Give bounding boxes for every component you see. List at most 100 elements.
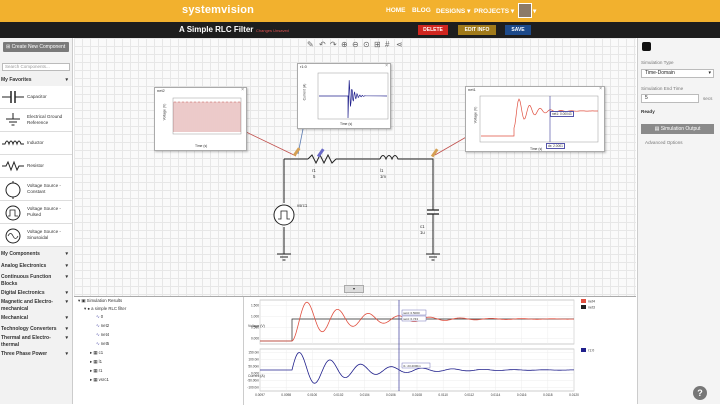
canvas-toolbar: ✎ ↶ ↷ ⊕ ⊖ ⊙ ⊞ # ⋖ — [305, 38, 408, 52]
category-digital-electronics[interactable]: Digital Electronics ▾ — [0, 290, 72, 297]
search-components-input[interactable]: Search Components... — [2, 63, 70, 71]
probe-tip-icon[interactable] — [430, 148, 439, 158]
collapse-results-button[interactable]: ▾ — [344, 285, 364, 293]
capacitor-icon — [2, 91, 24, 103]
category-technology-converters[interactable]: Technology Converters ▾ — [0, 326, 72, 333]
probe-window-net2[interactable]: net2 × Voltage (V) Time (s) — [154, 87, 247, 151]
capacitor-c1-symbol[interactable] — [427, 209, 439, 218]
avatar[interactable] — [518, 3, 532, 18]
probe-tip-icon[interactable] — [292, 147, 301, 157]
probe-plot-net1 — [479, 95, 599, 143]
edit-info-button[interactable]: EDIT INFO — [458, 25, 496, 35]
tree-item-net[interactable]: ∿ net4 — [96, 332, 109, 338]
chevron-down-icon[interactable]: ▾ — [533, 7, 536, 15]
results-tree: ▾ ▣ Simulation Results ▾ ● a simple RLC … — [74, 297, 244, 405]
tree-item-net[interactable]: ∿ 0 — [96, 314, 103, 320]
zoom-out-icon[interactable]: ⊖ — [352, 40, 359, 49]
favorites-section-header[interactable]: My Favorites ▾ — [0, 77, 72, 84]
nav-home[interactable]: HOME — [386, 7, 406, 14]
y-axis-label: Voltage (V) — [248, 324, 265, 328]
x-tick-label: 0.0100 — [307, 393, 317, 397]
probe-window-r1[interactable]: r1:0 × Current (A) Time (s) — [297, 63, 391, 129]
category-thermal[interactable]: Thermal and Electro-thermal ▾ — [0, 335, 68, 349]
component-inductor[interactable]: Inductor — [0, 132, 72, 155]
y-tick-label: 150.0m — [248, 351, 259, 355]
zoom-area-icon[interactable]: ⊞ — [374, 40, 381, 49]
inductor-l1-symbol[interactable] — [379, 155, 400, 161]
probe-window-net1[interactable]: net1 × Voltage (V) Time (s) net1: 0.0004… — [465, 86, 605, 152]
tree-root[interactable]: ▾ ▣ Simulation Results — [78, 298, 122, 304]
x-tick-label: 0.0108 — [412, 393, 422, 397]
chevron-down-icon: ▾ — [65, 299, 68, 305]
redo-icon[interactable]: ↷ — [330, 40, 337, 49]
ground-icon[interactable] — [426, 253, 440, 261]
component-library-panel: ⊞ Create New Component Search Components… — [0, 38, 73, 404]
voltage-source-vsrc1-symbol[interactable] — [273, 204, 295, 226]
end-time-input[interactable]: 5 — [641, 94, 699, 103]
tree-item-net[interactable]: ∿ net2 — [96, 323, 109, 329]
sim-type-select[interactable]: Time-Domain ▾ — [641, 69, 714, 78]
tree-design[interactable]: ▾ ● a simple RLC filter — [84, 306, 126, 312]
delete-button[interactable]: DELETE — [418, 25, 448, 35]
tree-item-net[interactable]: ∿ net5 — [96, 341, 109, 347]
component-ground[interactable]: Electrical Ground Reference — [0, 109, 72, 132]
zoom-in-icon[interactable]: ⊕ — [341, 40, 348, 49]
probe-xlabel: Time (s) — [530, 147, 543, 151]
category-three-phase-power[interactable]: Three Phase Power ▾ — [0, 351, 72, 358]
nav-designs[interactable]: DESIGNS ▾ — [436, 7, 470, 15]
top-bar: systemvision HOME BLOG DESIGNS ▾ PROJECT… — [0, 0, 720, 22]
simulation-mode-icon[interactable] — [642, 42, 651, 51]
design-title-bar: A Simple RLC Filter Changes Unsaved DELE… — [0, 22, 720, 38]
share-icon[interactable]: ⋖ — [396, 40, 403, 49]
simulation-output-button[interactable]: ▤ Simulation Output — [641, 124, 714, 134]
component-voltage-pulsed[interactable]: Voltage Source - Pulsed — [0, 201, 72, 224]
component-voltage-sinusoidal[interactable]: Voltage Source - Sinusoidal — [0, 224, 72, 247]
grid-icon[interactable]: # — [385, 40, 389, 49]
category-mechanical[interactable]: Mechanical ▾ — [0, 315, 72, 322]
y-tick-label: 50.00m — [248, 365, 259, 369]
x-tick-label: 0.0116 — [517, 393, 527, 397]
plot-area — [172, 97, 242, 135]
tree-item-component[interactable]: ▸ ▦ vsrc1 — [90, 377, 109, 383]
c1-name-label: c1 — [420, 224, 425, 229]
category-my-components[interactable]: My Components ▾ — [0, 251, 72, 258]
component-voltage-constant[interactable]: Voltage Source - Constant — [0, 178, 72, 201]
component-label: Inductor — [27, 140, 44, 145]
category-magnetic[interactable]: Magnetic and Electro-mechanical ▾ — [0, 299, 68, 313]
nav-projects[interactable]: PROJECTS ▾ — [474, 7, 514, 15]
tree-item-label: c1 — [98, 350, 104, 355]
l1-name-label: l1 — [380, 168, 384, 173]
probe-tool-icon[interactable]: ✎ — [307, 40, 314, 49]
tree-item-label: net2 — [100, 323, 110, 328]
advanced-options-link[interactable]: Advanced Options — [645, 140, 683, 145]
cursor-readout: r1: 23.2000m — [403, 364, 421, 368]
undo-icon[interactable]: ↶ — [319, 40, 326, 49]
tree-item-component[interactable]: ▸ ▦ l1 — [90, 359, 102, 365]
x-tick-label: 0.0106 — [386, 393, 396, 397]
nav-blog[interactable]: BLOG — [412, 7, 431, 14]
chevron-down-icon: ▾ — [708, 70, 711, 76]
tree-item-component[interactable]: ▸ ▦ r1 — [90, 368, 102, 374]
create-component-button[interactable]: ⊞ Create New Component — [3, 42, 69, 52]
resistor-r1-symbol[interactable] — [307, 153, 337, 165]
category-continuous-function-blocks[interactable]: Continuous Function Blocks ▾ — [0, 274, 68, 288]
chevron-down-icon: ▾ — [467, 8, 471, 15]
ground-icon[interactable] — [277, 253, 291, 261]
component-capacitor[interactable]: Capacitor — [0, 86, 72, 109]
l1-value-label: 1m — [380, 174, 386, 179]
chevron-down-icon: ▾ — [65, 77, 68, 83]
chevron-down-icon: ▾ — [65, 263, 68, 269]
x-tick-label: 0.0112 — [465, 393, 475, 397]
zoom-fit-icon[interactable]: ⊙ — [363, 40, 370, 49]
category-analog-electronics[interactable]: Analog Electronics ▾ — [0, 263, 72, 270]
chevron-down-icon: ▾ — [65, 315, 68, 321]
results-waveform-plot[interactable]: 1.5001.0000.5000.000150.0m100.0m50.00m0.… — [244, 297, 636, 405]
tree-item-component[interactable]: ▸ ▦ c1 — [90, 350, 103, 356]
sim-type-value: Time-Domain — [645, 70, 675, 76]
help-icon[interactable]: ? — [693, 386, 707, 400]
chevron-down-icon: ▾ — [65, 290, 68, 296]
cursor-readout: net4: 0.743 — [403, 317, 418, 321]
x-tick-label: 0.0118 — [543, 393, 553, 397]
component-resistor[interactable]: Resistor — [0, 155, 72, 178]
save-button[interactable]: SAVE — [505, 25, 531, 35]
